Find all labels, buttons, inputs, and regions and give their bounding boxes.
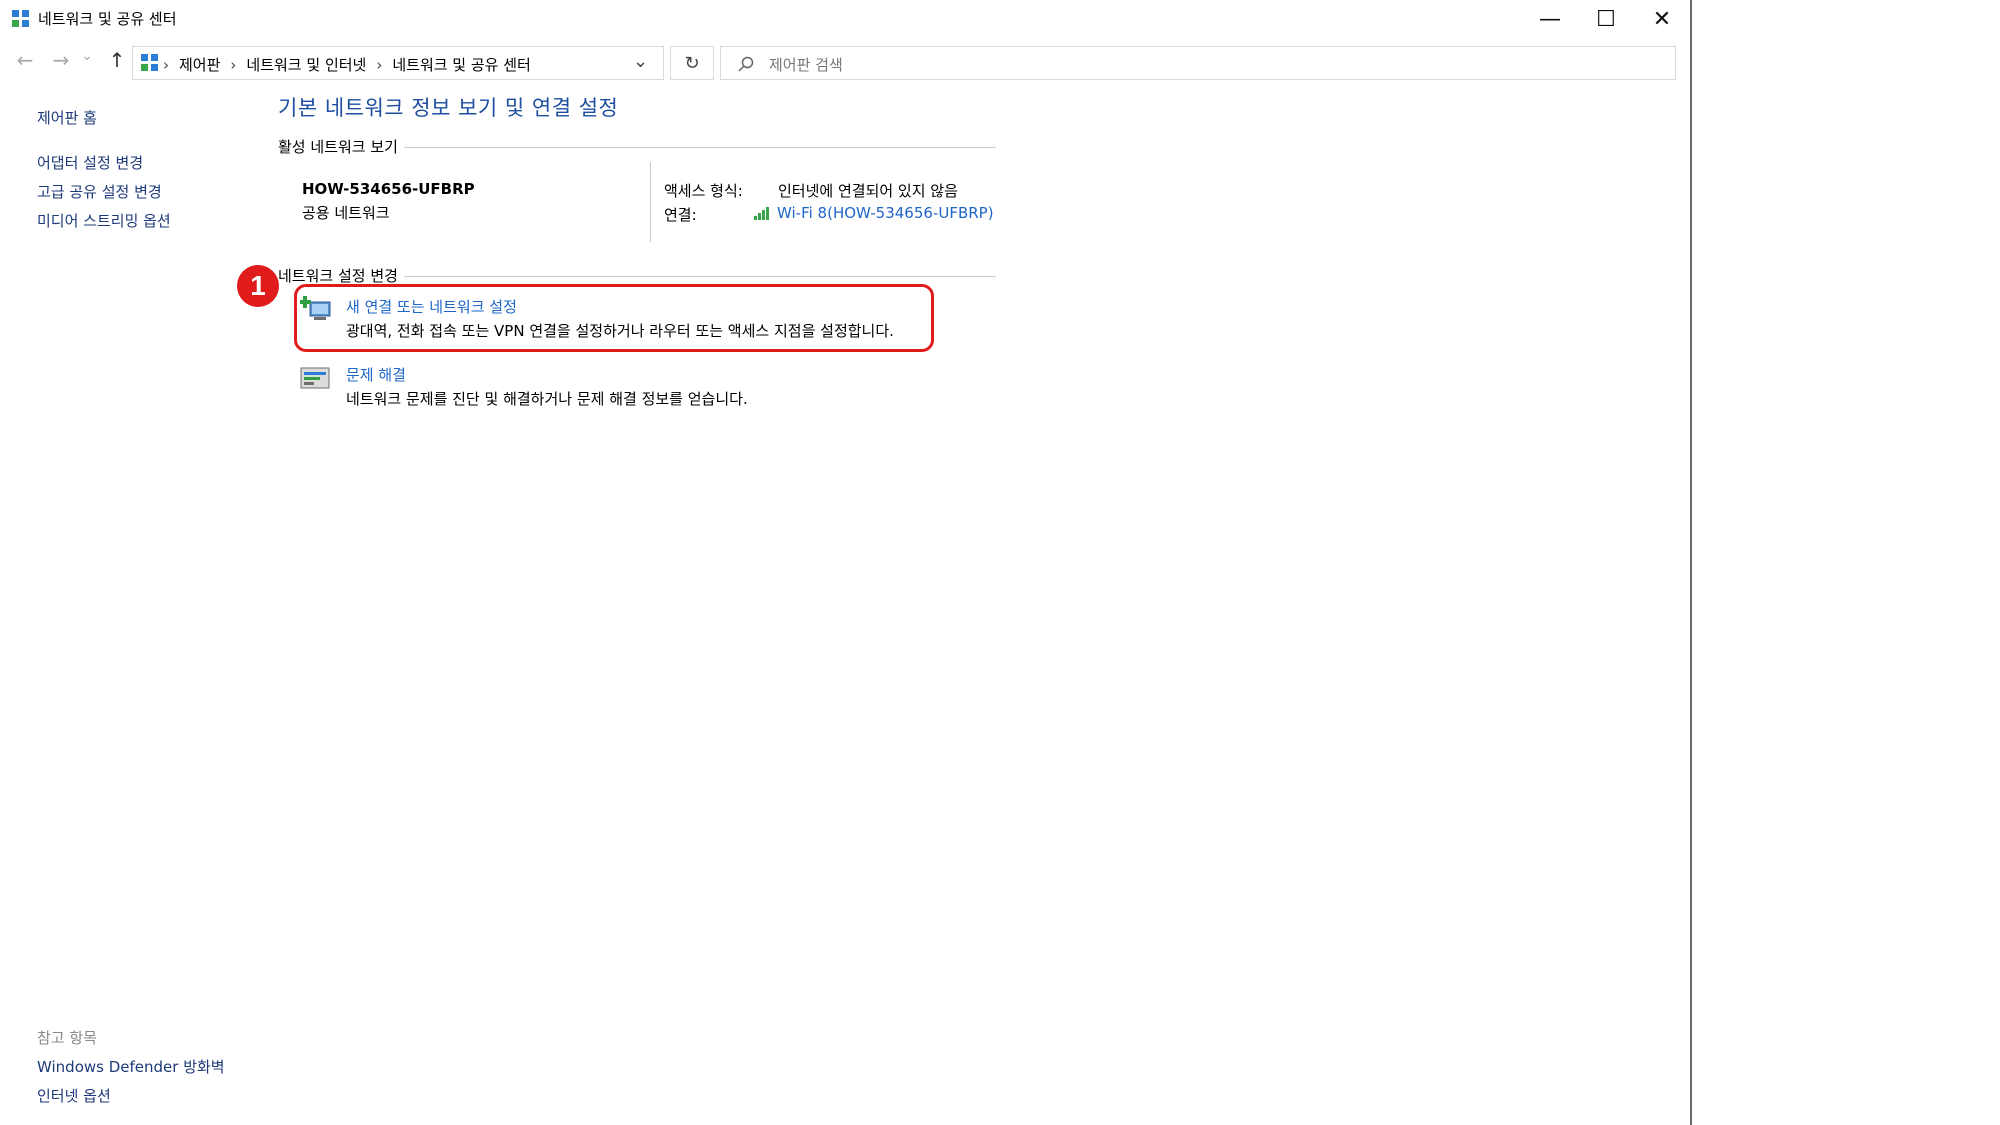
title-bar: 네트워크 및 공유 센터 — ☐ ✕	[0, 0, 1690, 38]
highlight-box	[294, 284, 934, 352]
search-icon	[738, 56, 754, 72]
minimize-button[interactable]: —	[1522, 0, 1578, 38]
troubleshoot-description: 네트워크 문제를 진단 및 해결하거나 문제 해결 정보를 얻습니다.	[346, 390, 748, 408]
breadcrumb-separator: ›	[163, 55, 169, 74]
see-also-label: 참고 항목	[37, 1029, 97, 1047]
sidebar-link-internet-options[interactable]: 인터넷 옵션	[37, 1085, 111, 1106]
wifi-signal-icon	[754, 207, 769, 220]
forward-button[interactable]: →	[46, 48, 76, 72]
maximize-button[interactable]: ☐	[1578, 0, 1634, 38]
back-button[interactable]: ←	[10, 48, 40, 72]
window-title: 네트워크 및 공유 센터	[38, 10, 177, 28]
step-badge: 1	[237, 265, 279, 307]
network-name: HOW-534656-UFBRP	[302, 180, 475, 198]
sidebar-link-adapter-settings[interactable]: 어댑터 설정 변경	[37, 152, 143, 173]
recent-locations-button[interactable]: ⌄	[78, 48, 96, 64]
breadcrumb-separator: ›	[376, 55, 383, 74]
search-input[interactable]: 제어판 검색	[769, 54, 843, 75]
up-button[interactable]: ↑	[102, 48, 132, 72]
troubleshoot-link[interactable]: 문제 해결	[346, 364, 406, 385]
sidebar-link-media-streaming[interactable]: 미디어 스트리밍 옵션	[37, 210, 171, 231]
refresh-button[interactable]: ↻	[670, 46, 714, 80]
page-title: 기본 네트워크 정보 보기 및 연결 설정	[278, 96, 619, 120]
navigation-bar: ← → ⌄ ↑ › 제어판 › 네트워크 및 인터넷 › 네트워크 및 공유 센…	[0, 42, 1690, 82]
address-dropdown-button[interactable]: ⌄	[633, 51, 648, 72]
breadcrumb-item-control-panel[interactable]: 제어판	[179, 54, 220, 75]
change-settings-heading: 네트워크 설정 변경	[278, 265, 404, 286]
sidebar-home-link[interactable]: 제어판 홈	[37, 107, 97, 128]
close-button[interactable]: ✕	[1634, 0, 1690, 38]
network-center-icon	[12, 10, 30, 28]
breadcrumb-separator: ›	[230, 55, 237, 74]
breadcrumb-item-network-sharing-center[interactable]: 네트워크 및 공유 센터	[392, 54, 531, 75]
access-type-value: 인터넷에 연결되어 있지 않음	[778, 182, 958, 200]
breadcrumb: › 제어판 › 네트워크 및 인터넷 › 네트워크 및 공유 센터	[163, 54, 531, 75]
control-panel-icon	[141, 54, 159, 72]
network-type[interactable]: 공용 네트워크	[302, 202, 390, 223]
sidebar-link-firewall[interactable]: Windows Defender 방화벽	[37, 1056, 225, 1077]
window: 네트워크 및 공유 센터 — ☐ ✕ ← → ⌄ ↑ › 제어판 › 네트워크 …	[0, 0, 1692, 1125]
sidebar-link-advanced-sharing[interactable]: 고급 공유 설정 변경	[37, 181, 162, 202]
address-bar[interactable]: › 제어판 › 네트워크 및 인터넷 › 네트워크 및 공유 센터 ⌄	[132, 46, 664, 80]
connection-link[interactable]: Wi-Fi 8(HOW-534656-UFBRP)	[777, 204, 994, 222]
active-networks-heading: 활성 네트워크 보기	[278, 136, 404, 157]
connection-label: 연결:	[664, 206, 697, 224]
search-box[interactable]: 제어판 검색	[720, 46, 1676, 80]
access-type-label: 액세스 형식:	[664, 182, 743, 200]
breadcrumb-item-network-internet[interactable]: 네트워크 및 인터넷	[246, 54, 366, 75]
vertical-divider	[650, 162, 651, 242]
troubleshoot-icon	[300, 367, 330, 389]
